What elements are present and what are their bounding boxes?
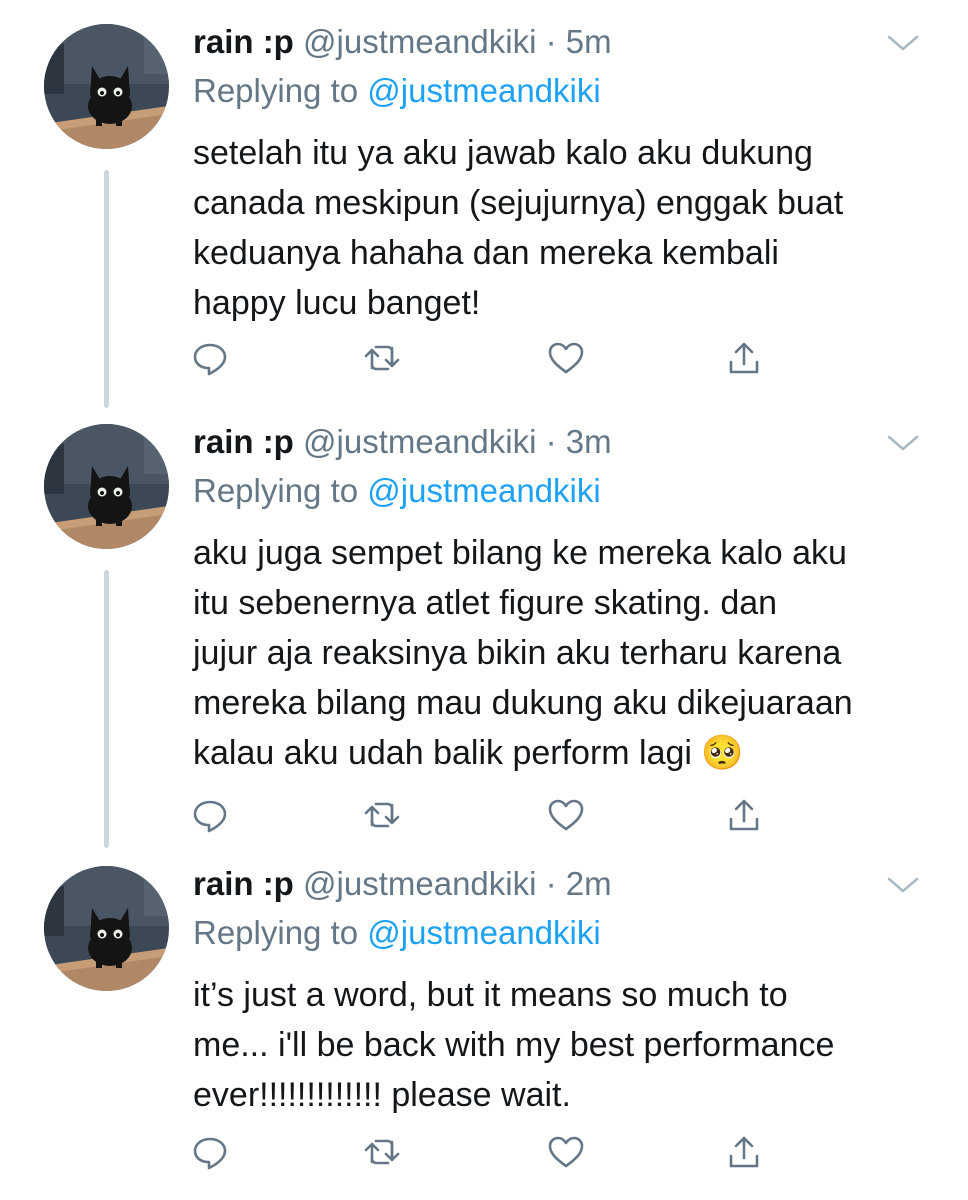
user-handle[interactable]: @justmeandkiki [303, 23, 536, 60]
reply-icon[interactable] [190, 338, 230, 378]
user-handle[interactable]: @justmeandkiki [303, 423, 536, 460]
display-name[interactable]: rain :p [193, 865, 294, 902]
replying-mention[interactable]: @justmeandkiki [367, 914, 600, 951]
like-icon[interactable] [546, 795, 586, 835]
tweet-line: keduanya hahaha dan mereka kembali [193, 234, 779, 272]
tweet-actions [190, 795, 790, 835]
like-icon[interactable] [546, 1132, 586, 1172]
tweet-line-text: kalau aku udah balik perform lagi [193, 734, 692, 772]
reply-icon[interactable] [190, 795, 230, 835]
tweet[interactable]: rain :p @justmeandkiki · 2m Replying to … [0, 842, 968, 1200]
tweet-line: kalau aku udah balik perform lagi 🥺 [193, 728, 933, 778]
timestamp[interactable]: 3m [566, 423, 612, 460]
separator: · [545, 865, 557, 902]
tweet-line: canada meskipun (sejujurnya) enggak buat [193, 184, 844, 222]
tweet-header: rain :p @justmeandkiki · 3m [193, 422, 612, 462]
tweet-line: setelah itu ya aku jawab kalo aku dukung [193, 134, 813, 172]
retweet-icon[interactable] [362, 1132, 402, 1172]
tweet-line: mereka bilang mau dukung aku dikejuaraan [193, 684, 853, 722]
replying-to: Replying to @justmeandkiki [193, 71, 601, 111]
tweet-header: rain :p @justmeandkiki · 2m [193, 864, 612, 904]
separator: · [545, 23, 557, 60]
retweet-icon[interactable] [362, 338, 402, 378]
replying-mention[interactable]: @justmeandkiki [367, 472, 600, 509]
pleading-face-emoji: 🥺 [701, 733, 744, 773]
tweet-text: aku juga sempet bilang ke mereka kalo ak… [193, 528, 933, 778]
avatar[interactable] [44, 866, 169, 991]
like-icon[interactable] [546, 338, 586, 378]
share-icon[interactable] [724, 338, 764, 378]
share-icon[interactable] [724, 1132, 764, 1172]
reply-icon[interactable] [190, 1132, 230, 1172]
separator: · [545, 423, 557, 460]
tweet-header: rain :p @justmeandkiki · 5m [193, 22, 612, 62]
tweet[interactable]: rain :p @justmeandkiki · 5m Replying to … [0, 0, 968, 420]
replying-to: Replying to @justmeandkiki [193, 471, 601, 511]
tweet[interactable]: rain :p @justmeandkiki · 3m Replying to … [0, 400, 968, 848]
display-name[interactable]: rain :p [193, 423, 294, 460]
tweet-text: it’s just a word, but it means so much t… [193, 970, 933, 1120]
tweet-actions [190, 1132, 790, 1172]
tweet-line: ever!!!!!!!!!!!!! please wait. [193, 1076, 571, 1114]
caret-down-icon[interactable] [886, 32, 920, 54]
avatar[interactable] [44, 424, 169, 549]
timestamp[interactable]: 5m [566, 23, 612, 60]
retweet-icon[interactable] [362, 795, 402, 835]
tweet-text: setelah itu ya aku jawab kalo aku dukung… [193, 128, 933, 328]
replying-to: Replying to @justmeandkiki [193, 913, 601, 953]
caret-down-icon[interactable] [886, 432, 920, 454]
thread-line [104, 170, 109, 408]
replying-label: Replying to [193, 72, 359, 109]
tweet-line: aku juga sempet bilang ke mereka kalo ak… [193, 534, 847, 572]
thread-line [104, 570, 109, 848]
replying-mention[interactable]: @justmeandkiki [367, 72, 600, 109]
caret-down-icon[interactable] [886, 874, 920, 896]
replying-label: Replying to [193, 914, 359, 951]
tweet-line: me... i'll be back with my best performa… [193, 1026, 835, 1064]
tweet-line: happy lucu banget! [193, 284, 481, 322]
tweet-line: it’s just a word, but it means so much t… [193, 976, 788, 1014]
replying-label: Replying to [193, 472, 359, 509]
tweet-actions [190, 338, 790, 378]
tweet-line: itu sebenernya atlet figure skating. dan [193, 584, 778, 622]
tweet-line: jujur aja reaksinya bikin aku terharu ka… [193, 634, 842, 672]
avatar[interactable] [44, 24, 169, 149]
display-name[interactable]: rain :p [193, 23, 294, 60]
user-handle[interactable]: @justmeandkiki [303, 865, 536, 902]
timestamp[interactable]: 2m [566, 865, 612, 902]
share-icon[interactable] [724, 795, 764, 835]
